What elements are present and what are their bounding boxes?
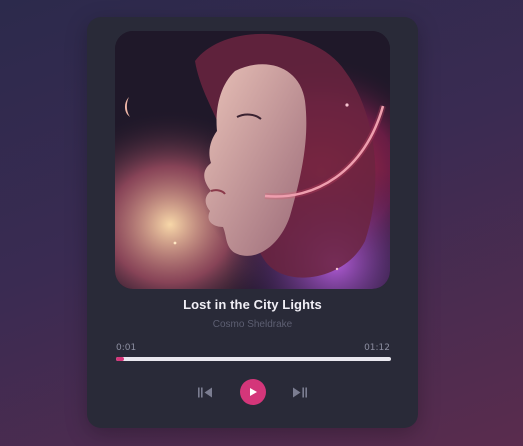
album-cover-image	[115, 31, 390, 289]
play-button[interactable]	[240, 379, 266, 405]
music-player-card: Lost in the City Lights Cosmo Sheldrake …	[87, 17, 418, 428]
next-track-button[interactable]	[290, 384, 310, 400]
progress-bar-fill	[116, 357, 125, 361]
current-time: 0:01	[116, 343, 137, 353]
skip-previous-icon	[198, 387, 212, 397]
play-icon	[250, 388, 257, 396]
skip-next-icon	[293, 387, 307, 397]
progress-bar[interactable]	[116, 357, 391, 361]
track-artist: Cosmo Sheldrake	[212, 319, 293, 330]
previous-track-button[interactable]	[195, 384, 215, 400]
track-title: Lost in the City Lights	[183, 297, 322, 312]
total-time: 01:12	[364, 343, 390, 353]
